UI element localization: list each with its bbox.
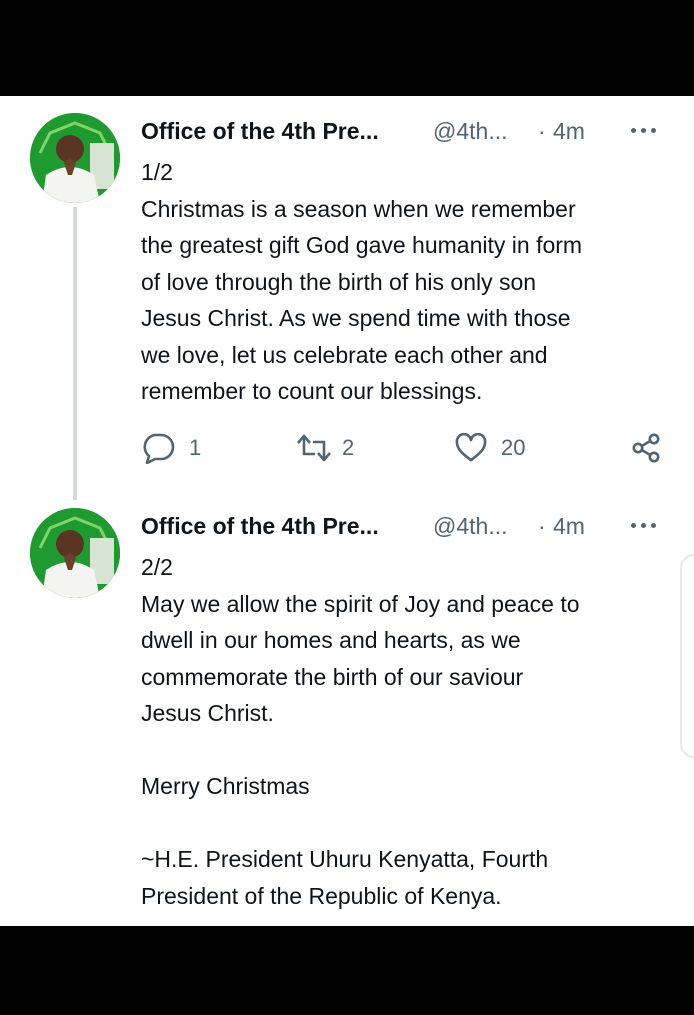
scroll-handle[interactable] bbox=[680, 554, 694, 758]
author-name[interactable]: Office of the 4th Pre... bbox=[141, 118, 379, 145]
reply-button[interactable]: 1 bbox=[141, 430, 201, 466]
tweet-header: Office of the 4th Pre... @4th... · 4m bbox=[141, 511, 681, 541]
tweet-text: 2/2 May we allow the spirit of Joy and p… bbox=[141, 554, 580, 909]
tweet-text: 1/2 Christmas is a season when we rememb… bbox=[141, 159, 583, 404]
avatar[interactable] bbox=[30, 113, 120, 203]
like-count: 20 bbox=[501, 435, 526, 460]
retweet-count: 2 bbox=[342, 435, 355, 460]
tweet-header: Office of the 4th Pre... @4th... · 4m bbox=[141, 116, 681, 146]
more-horizontal-icon[interactable] bbox=[631, 519, 661, 533]
timeline: Office of the 4th Pre... @4th... · 4m 1/… bbox=[0, 96, 694, 926]
reply-count: 1 bbox=[189, 435, 202, 460]
retweet-button[interactable]: 2 bbox=[296, 430, 354, 466]
navigation-bar-area bbox=[0, 926, 694, 1015]
heart-icon bbox=[455, 433, 487, 462]
author-handle[interactable]: @4th... bbox=[433, 118, 508, 145]
reply-bubble-icon bbox=[143, 433, 175, 464]
tweet-actions: 1 2 20 bbox=[141, 430, 671, 466]
share-icon bbox=[632, 433, 660, 463]
more-horizontal-icon[interactable] bbox=[631, 124, 661, 138]
retweet-icon bbox=[297, 434, 331, 462]
avatar[interactable] bbox=[30, 508, 120, 598]
status-bar-area bbox=[0, 0, 694, 96]
like-button[interactable]: 20 bbox=[455, 430, 525, 466]
timestamp[interactable]: 4m bbox=[553, 118, 585, 145]
timestamp[interactable]: 4m bbox=[553, 513, 585, 540]
separator-dot: · bbox=[538, 513, 546, 539]
author-name[interactable]: Office of the 4th Pre... bbox=[141, 513, 379, 540]
share-button[interactable] bbox=[631, 430, 661, 466]
separator-dot: · bbox=[538, 118, 546, 144]
author-handle[interactable]: @4th... bbox=[433, 513, 508, 540]
thread-connector-line bbox=[73, 207, 77, 500]
